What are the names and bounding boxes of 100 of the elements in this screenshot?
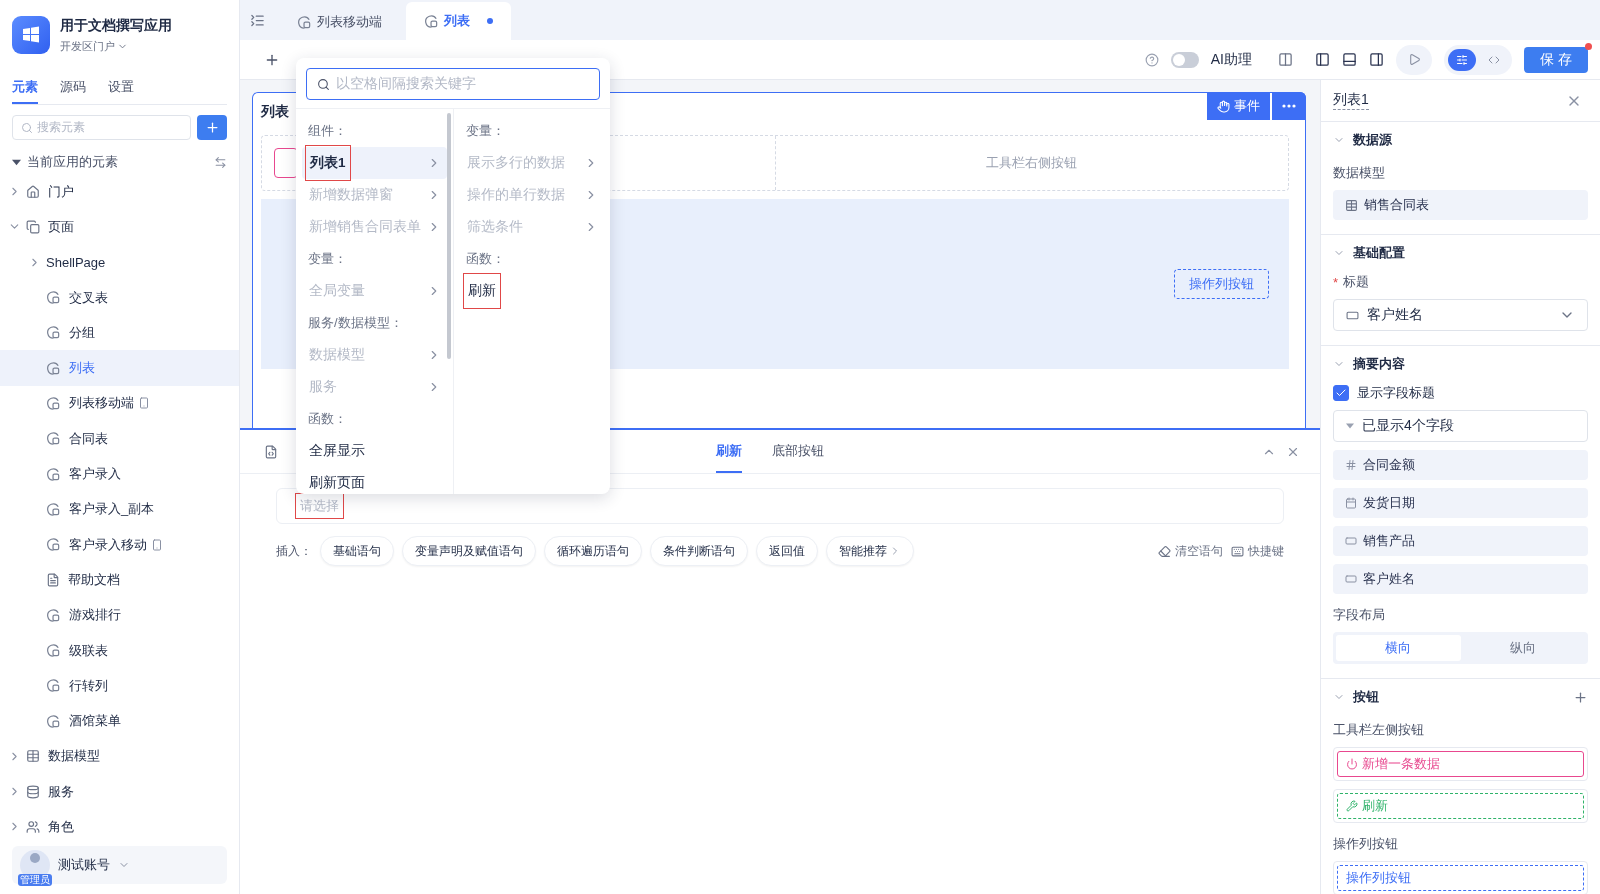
doc-icon <box>46 572 60 587</box>
event-tab[interactable]: 刷新 <box>716 430 742 473</box>
section-heading[interactable]: 摘要内容 <box>1333 355 1405 373</box>
page-icon <box>46 501 61 517</box>
section-toggle[interactable]: 当前应用的元素 <box>12 153 118 171</box>
tree-item[interactable]: 帮助文档 <box>0 562 239 598</box>
insert-chip[interactable]: 循环遍历语句 <box>544 536 642 566</box>
tree-item[interactable]: 交叉表 <box>0 279 239 316</box>
sidebar-tab[interactable]: 元素 <box>12 74 38 104</box>
view-switch[interactable] <box>1444 44 1512 75</box>
app-name: 用于文档撰写应用 <box>60 16 172 35</box>
panel-left-icon[interactable] <box>1315 52 1330 67</box>
toolbar-right-label: 工具栏右侧按钮 <box>774 136 1288 190</box>
action-link[interactable]: 快捷键 <box>1231 542 1284 560</box>
page-icon <box>46 290 61 306</box>
page-icon <box>46 678 61 694</box>
collapse-icon[interactable] <box>250 12 265 28</box>
card-title: 列表 <box>261 103 289 121</box>
tree-item[interactable]: 行转列 <box>0 668 239 704</box>
ai-toggle[interactable] <box>1170 51 1199 68</box>
sidebar-tab[interactable]: 设置 <box>108 74 134 104</box>
sliders-icon <box>1456 53 1468 66</box>
tree-item[interactable]: 客户录入 <box>0 456 239 492</box>
layout-option[interactable]: 纵向 <box>1460 635 1585 661</box>
event-tab[interactable]: 底部按钮 <box>772 430 824 473</box>
field-label: 工具栏左侧按钮 <box>1333 721 1425 739</box>
config-button[interactable]: 新增一条数据 <box>1337 751 1584 777</box>
insert-chip[interactable]: 返回值 <box>756 536 818 566</box>
tree-item[interactable]: 门户 <box>0 174 239 210</box>
group-heading: 变量： <box>307 250 348 268</box>
page-icon <box>46 643 61 658</box>
checkbox-label: 显示字段标题 <box>1357 384 1435 402</box>
sidebar-tab[interactable]: 源码 <box>60 74 86 104</box>
tree-item[interactable]: ShellPage <box>0 244 239 280</box>
script-icon <box>264 444 278 459</box>
user-menu[interactable]: 管理员 测试账号 <box>12 846 227 884</box>
page-icon <box>46 395 61 411</box>
more-button[interactable] <box>1272 92 1306 120</box>
insert-label: 插入： <box>276 542 312 560</box>
add-button[interactable] <box>197 115 227 140</box>
tree-item[interactable]: 页面 <box>0 209 239 245</box>
tree-item[interactable]: 游戏排行 <box>0 597 239 633</box>
eraser-icon <box>1158 544 1171 558</box>
tree-item[interactable]: 客户录入移动 <box>0 526 239 563</box>
menu-item[interactable]: 刷新 <box>460 275 604 307</box>
tree-item[interactable]: 服务 <box>0 774 239 810</box>
help-icon[interactable] <box>1144 52 1159 67</box>
tree-item[interactable]: 角色 <box>0 809 239 845</box>
layout-option[interactable]: 横向 <box>1336 635 1461 661</box>
page-icon <box>46 537 61 553</box>
field-label: 数据模型 <box>1333 164 1386 182</box>
field-item[interactable]: 发货日期 <box>1333 488 1588 518</box>
section-heading[interactable]: 基础配置 <box>1333 244 1405 262</box>
search-icon <box>21 121 33 134</box>
field-item[interactable]: 合同金额 <box>1333 450 1588 480</box>
table-icon <box>1345 198 1358 212</box>
preview-button[interactable] <box>1396 44 1432 75</box>
portal-selector[interactable]: 开发区门户 <box>60 38 172 54</box>
switch-icon[interactable] <box>214 155 227 169</box>
event-button[interactable]: 事件 <box>1207 92 1270 120</box>
tree-item[interactable]: 列表 <box>0 350 239 386</box>
field-label: 字段布局 <box>1333 606 1386 624</box>
action-button[interactable]: 操作列按钮 <box>1174 269 1269 299</box>
tree-item[interactable]: 合同表 <box>0 421 239 457</box>
checkbox[interactable] <box>1333 385 1349 401</box>
section-heading[interactable]: 按钮 <box>1333 688 1379 706</box>
menu-item[interactable]: 全屏显示 <box>302 435 447 467</box>
panel-right-icon[interactable] <box>1369 52 1384 67</box>
home-icon <box>26 184 40 199</box>
field-item[interactable]: 客户姓名 <box>1333 564 1588 594</box>
tree-item[interactable]: 列表移动端 <box>0 385 239 422</box>
editor-tab[interactable]: 列表 <box>406 2 511 40</box>
play-icon <box>1407 53 1421 66</box>
layout-icon[interactable] <box>1278 52 1293 67</box>
ai-label: AI助理 <box>1210 50 1252 69</box>
tree-item[interactable]: 客户录入_副本 <box>0 491 239 527</box>
insert-chip[interactable]: 智能推荐 <box>826 536 914 566</box>
tree-item[interactable]: 级联表 <box>0 632 239 669</box>
editor-tab[interactable]: 列表移动端 <box>279 4 400 40</box>
plus-icon[interactable] <box>1573 689 1588 705</box>
search-icon <box>317 77 330 91</box>
more-icon <box>1282 104 1296 108</box>
menu-item[interactable]: 列表1 <box>302 147 447 179</box>
action-link[interactable]: 清空语句 <box>1158 542 1223 560</box>
insert-chip[interactable]: 变量声明及赋值语句 <box>402 536 536 566</box>
tree-item[interactable]: 酒馆菜单 <box>0 703 239 739</box>
panel-bottom-icon[interactable] <box>1342 52 1357 67</box>
insert-chip[interactable]: 基础语句 <box>320 536 394 566</box>
config-button[interactable]: 操作列按钮 <box>1337 865 1584 891</box>
title-select[interactable]: 客户姓名 <box>1333 299 1588 331</box>
tree-item[interactable]: 数据模型 <box>0 738 239 775</box>
tree-item[interactable]: 分组 <box>0 315 239 351</box>
insert-chip[interactable]: 条件判断语句 <box>650 536 748 566</box>
field-item[interactable]: 销售产品 <box>1333 526 1588 556</box>
group-heading: 函数： <box>465 250 506 268</box>
design-view-button[interactable] <box>1448 48 1476 71</box>
section-heading[interactable]: 数据源 <box>1333 131 1392 149</box>
fields-toggle[interactable]: 已显示4个字段 <box>1333 410 1588 442</box>
page-icon <box>46 325 61 341</box>
date-field-icon <box>1345 497 1357 509</box>
